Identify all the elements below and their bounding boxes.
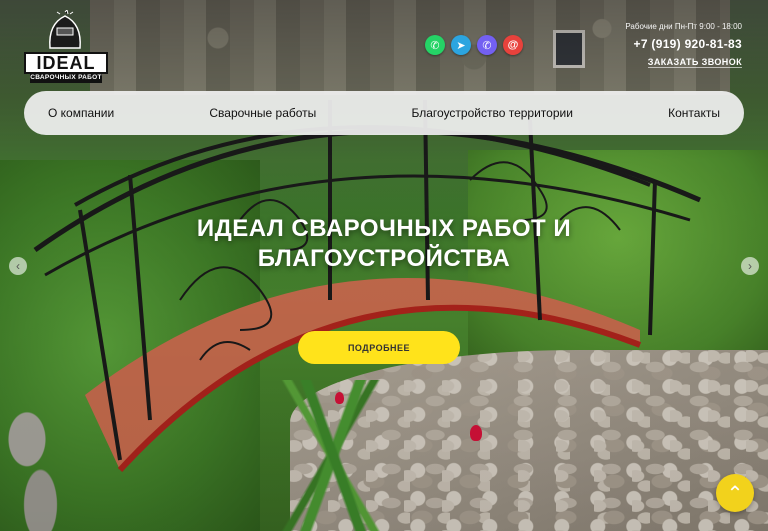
email-icon[interactable]: @ [503,35,523,55]
chevron-left-icon: ‹ [16,259,20,273]
slider-next-button[interactable]: › [741,257,759,275]
telegram-icon[interactable]: ➤ [451,35,471,55]
hero-headline: ИДЕАЛ СВАРОЧНЫХ РАБОТ И БЛАГОУСТРОЙСТВА [0,214,768,274]
whatsapp-icon[interactable]: ✆ [425,35,445,55]
hero-headline-line2: БЛАГОУСТРОЙСТВА [257,245,511,272]
chevron-right-icon: › [748,259,752,273]
scroll-to-top-button[interactable]: ⌃ [716,474,754,512]
callback-link[interactable]: ЗАКАЗАТЬ ЗВОНОК [647,57,742,68]
welder-mask-icon [49,10,81,49]
nav-item-welding[interactable]: Сварочные работы [209,106,316,120]
nav-item-landscaping[interactable]: Благоустройство территории [412,106,573,120]
more-button[interactable]: ПОДРОБНЕЕ [298,331,460,364]
phone-link[interactable]: +7 (919) 920-81-83 [625,37,742,51]
logo-subtitle: СВАРОЧНЫХ РАБОТ [30,73,102,83]
viber-icon[interactable]: ✆ [477,35,497,55]
nav-item-about[interactable]: О компании [48,106,114,120]
slider-prev-button[interactable]: ‹ [9,257,27,275]
nav-item-contacts[interactable]: Контакты [668,106,720,120]
header-contacts: Рабочие дни Пн-Пт 9:00 - 18:00 +7 (919) … [625,22,742,70]
logo-title: IDEAL [24,52,108,74]
social-links: ✆ ➤ ✆ @ [425,35,523,55]
viber-glyph: ✆ [482,39,492,52]
main-nav: О компании Сварочные работы Благоустройс… [24,91,744,135]
chevron-up-icon: ⌃ [726,482,744,505]
hero-headline-line1: ИДЕАЛ СВАРОЧНЫХ РАБОТ И [196,215,572,242]
email-glyph: @ [507,39,519,51]
telegram-glyph: ➤ [456,39,466,52]
site-logo[interactable]: IDEAL СВАРОЧНЫХ РАБОТ [24,10,108,83]
whatsapp-glyph: ✆ [430,39,440,52]
working-hours: Рабочие дни Пн-Пт 9:00 - 18:00 [625,22,742,31]
